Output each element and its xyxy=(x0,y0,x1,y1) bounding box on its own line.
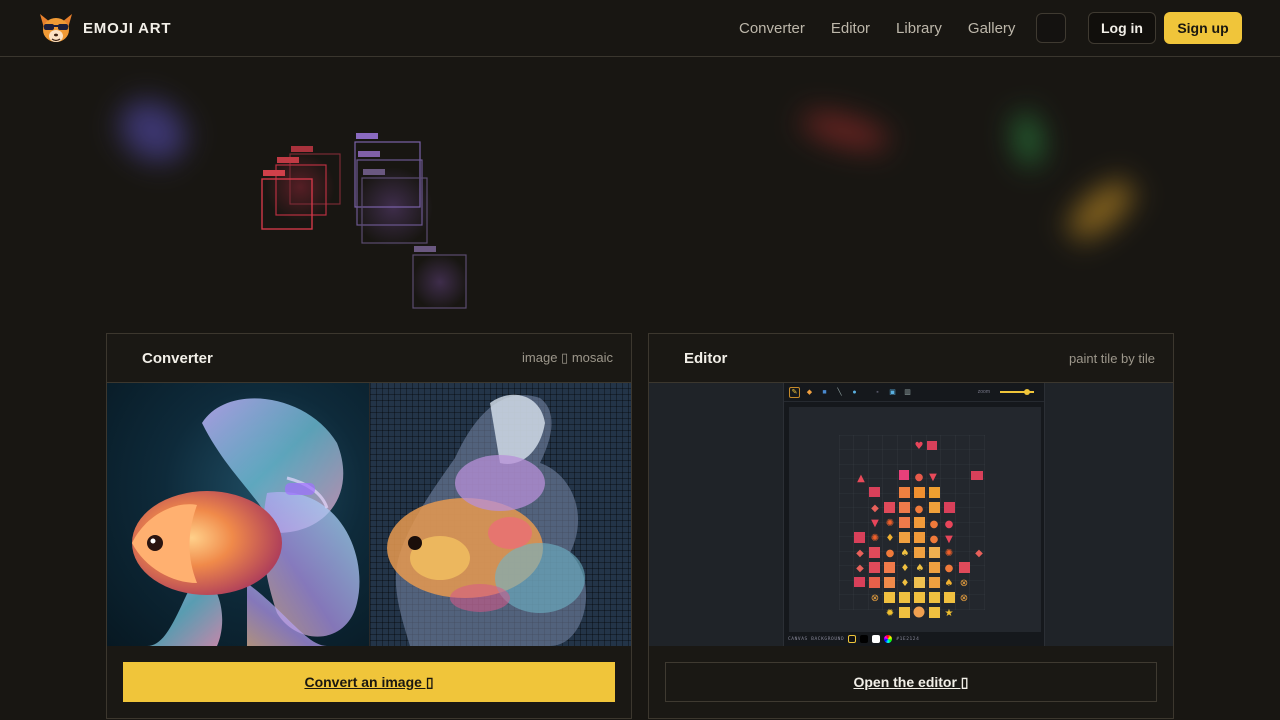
svg-text:▼: ▼ xyxy=(945,534,953,545)
svg-text:⊗: ⊗ xyxy=(960,593,968,604)
svg-text:♠: ♠ xyxy=(916,563,925,574)
svg-text:♦: ♦ xyxy=(901,578,910,589)
convert-image-button[interactable]: Convert an image ▯ xyxy=(123,662,615,702)
converter-card-subtitle: image ▯ mosaic xyxy=(522,350,613,365)
svg-text:✺: ✺ xyxy=(886,518,894,529)
top-navbar: EMOJI ART Converter Editor Library Galle… xyxy=(0,0,1280,57)
svg-text:♦: ♦ xyxy=(901,563,910,574)
eraser-icon: ▪ xyxy=(876,388,879,396)
svg-text:★: ★ xyxy=(945,608,954,619)
signup-button[interactable]: Sign up xyxy=(1164,12,1242,44)
cool-fox-emoji-icon xyxy=(40,14,72,42)
eyedropper-icon: ● xyxy=(852,388,857,396)
brand-link[interactable]: EMOJI ART xyxy=(38,12,171,44)
editor-preview: ✎ ◆ ■ ╲ ● ▪ ▣ ▥ zoom ♥ ▲ ● ▼ ◆ ● ▼ ✺ ● ●… xyxy=(649,383,1173,646)
pencil-icon: ✎ xyxy=(789,386,800,398)
svg-text:◆: ◆ xyxy=(871,503,879,514)
theme-toggle-button[interactable] xyxy=(1036,13,1066,43)
converter-preview xyxy=(107,383,631,646)
svg-text:♦: ♦ xyxy=(886,533,895,544)
open-editor-button[interactable]: Open the editor ▯ xyxy=(665,662,1157,702)
svg-text:●: ● xyxy=(915,472,924,483)
svg-text:✺: ✺ xyxy=(945,548,953,559)
svg-text:●: ● xyxy=(886,548,895,559)
svg-text:●: ● xyxy=(915,504,924,515)
zoom-label: zoom xyxy=(977,389,990,395)
svg-text:●: ● xyxy=(930,534,939,545)
swatch-dark xyxy=(848,635,857,643)
svg-text:●: ● xyxy=(930,519,939,530)
nav-link-converter[interactable]: Converter xyxy=(739,20,805,37)
svg-text:♠: ♠ xyxy=(945,578,954,589)
detection-frames-graphic xyxy=(261,133,468,310)
svg-text:◆: ◆ xyxy=(856,563,864,574)
login-button[interactable]: Log in xyxy=(1088,12,1156,44)
svg-text:⊗: ⊗ xyxy=(871,593,879,604)
svg-text:⊗: ⊗ xyxy=(960,578,968,589)
nav-link-library[interactable]: Library xyxy=(896,20,942,37)
square-icon: ■ xyxy=(822,388,827,396)
editor-canvas: ♥ ▲ ● ▼ ◆ ● ▼ ✺ ● ● ✺ ♦ ● ▼ ◆ ● ♠ ✺ ◆ ◆ … xyxy=(789,407,1041,632)
editor-card-title: Editor xyxy=(684,349,728,367)
svg-text:●: ● xyxy=(945,563,954,574)
source-photo-fish xyxy=(107,383,369,646)
svg-text:▼: ▼ xyxy=(929,472,937,483)
svg-text:◆: ◆ xyxy=(975,548,983,559)
svg-text:✺: ✺ xyxy=(871,533,879,544)
zoom-slider xyxy=(1000,389,1034,395)
svg-text:▲: ▲ xyxy=(857,473,865,484)
svg-text:▼: ▼ xyxy=(871,518,879,529)
swatch-white xyxy=(872,635,881,643)
editor-card-footer: Open the editor ▯ xyxy=(665,662,1157,702)
converter-card-header: Converter image ▯ mosaic xyxy=(107,334,631,383)
brand-name: EMOJI ART xyxy=(83,19,172,37)
editor-toolbar: ✎ ◆ ■ ╲ ● ▪ ▣ ▥ zoom xyxy=(784,383,1044,402)
emoji-mosaic-result xyxy=(370,383,631,646)
nav-link-gallery[interactable]: Gallery xyxy=(968,20,1016,37)
converter-card-title: Converter xyxy=(142,349,213,367)
converter-card-footer: Convert an image ▯ xyxy=(123,662,615,702)
canvas-background-label: CANVAS BACKGROUND xyxy=(788,636,845,642)
svg-text:◆: ◆ xyxy=(856,548,864,559)
hero-decoration xyxy=(0,57,1280,333)
editor-app-screenshot: ✎ ◆ ■ ╲ ● ▪ ▣ ▥ zoom ♥ ▲ ● ▼ ◆ ● ▼ ✺ ● ●… xyxy=(783,383,1045,646)
fill-icon: ◆ xyxy=(806,389,813,396)
editor-card-subtitle: paint tile by tile xyxy=(1069,350,1155,366)
swatch-black xyxy=(860,635,869,643)
color-wheel-icon xyxy=(884,635,893,643)
trash-icon: ▥ xyxy=(904,389,911,396)
editor-card-header: Editor paint tile by tile xyxy=(649,334,1173,383)
editor-statusbar: CANVAS BACKGROUND #1E2124 xyxy=(784,632,1046,646)
svg-text:♥: ♥ xyxy=(915,441,924,452)
line-icon: ╲ xyxy=(837,389,842,396)
svg-text:●: ● xyxy=(945,519,954,530)
svg-text:✹: ✹ xyxy=(886,608,894,619)
editor-card: Editor paint tile by tile ✎ ◆ ■ ╲ ● ▪ ▣ … xyxy=(648,333,1174,719)
nav-link-editor[interactable]: Editor xyxy=(831,20,870,37)
svg-text:♠: ♠ xyxy=(901,548,910,559)
emoji-tile-grid: ♥ ▲ ● ▼ ◆ ● ▼ ✺ ● ● ✺ ♦ ● ▼ ◆ ● ♠ ✺ ◆ ◆ … xyxy=(839,435,985,619)
canvas-color-value: #1E2124 xyxy=(896,636,920,642)
copy-icon: ▣ xyxy=(889,389,896,396)
converter-card: Converter image ▯ mosaic Convert an imag… xyxy=(106,333,632,719)
main-nav: Converter Editor Library Gallery xyxy=(739,0,1015,56)
